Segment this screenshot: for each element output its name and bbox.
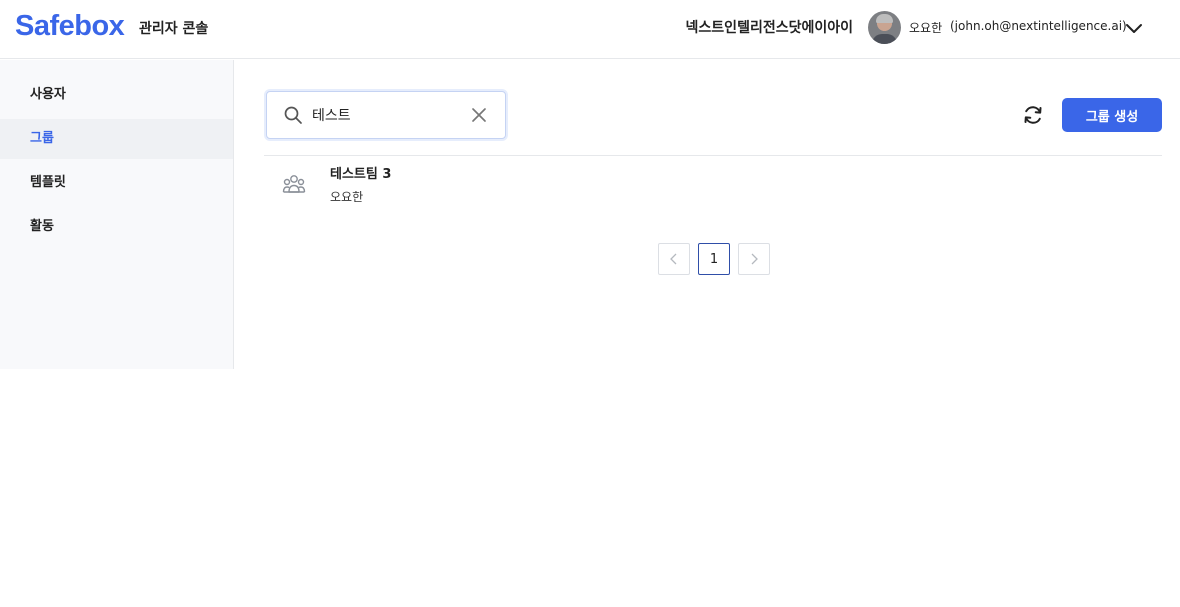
top-header: Safebox 관리자 콘솔 넥스트인텔리전스닷에이아이 오요한 (john.o… [0, 0, 1180, 59]
next-page-button[interactable] [738, 243, 770, 275]
group-owner: 오요한 [330, 190, 364, 204]
refresh-icon[interactable] [1021, 103, 1045, 127]
create-group-button[interactable]: 그룹 생성 [1062, 98, 1162, 132]
sidebar-item-templates[interactable]: 템플릿 [0, 163, 233, 203]
search-icon [284, 106, 302, 124]
sidebar-item-users[interactable]: 사용자 [0, 75, 233, 115]
avatar-shirt [872, 34, 897, 44]
chevron-right-icon [751, 253, 758, 265]
prev-page-button[interactable] [658, 243, 690, 275]
chevron-down-icon[interactable] [1124, 18, 1144, 38]
user-email[interactable]: (john.oh@nextintelligence.ai) [950, 19, 1127, 33]
group-name[interactable]: 테스트팀 3 [330, 163, 391, 182]
organization-name: 넥스트인텔리전스닷에이아이 [685, 20, 853, 36]
sidebar-item-groups[interactable]: 그룹 [0, 119, 233, 159]
brand-logo[interactable]: Safebox [15, 10, 125, 43]
search-input[interactable] [312, 104, 462, 126]
sidebar-item-activity[interactable]: 활동 [0, 207, 233, 247]
user-avatar[interactable] [868, 11, 901, 44]
console-label: 관리자 콘솔 [139, 21, 209, 37]
user-name[interactable]: 오요한 [909, 19, 942, 36]
close-icon[interactable] [470, 106, 488, 124]
chevron-left-icon [670, 253, 677, 265]
sidebar: 사용자 그룹 템플릿 활동 [0, 60, 234, 369]
table-row[interactable] [264, 156, 1162, 214]
group-icon [282, 175, 306, 193]
avatar-hair [876, 14, 893, 23]
page-number-button[interactable]: 1 [698, 243, 730, 275]
